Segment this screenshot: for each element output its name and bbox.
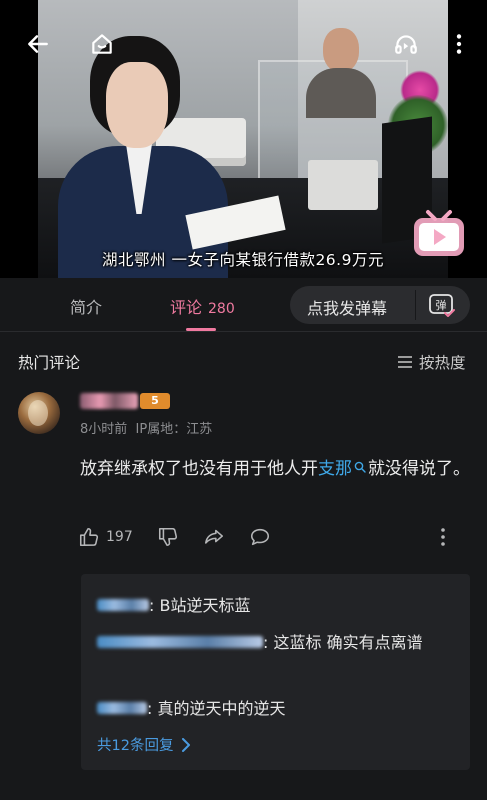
listen-icon[interactable] <box>390 28 422 60</box>
reply-text: : 真的逆天中的逆天 <box>147 699 286 718</box>
back-icon[interactable] <box>22 28 54 60</box>
chevron-right-icon <box>182 737 191 752</box>
tab-comments-count: 280 <box>208 301 235 317</box>
sort-label: 按热度 <box>419 354 466 372</box>
level-value: 5 <box>151 394 159 407</box>
bilibili-tv-icon <box>414 210 464 256</box>
video-comment-page: 湖北鄂州 一女子向某银行借款26.9万元 简介 评论 280 点我发弹幕 弹 热… <box>0 0 487 800</box>
tab-comments-label: 评论 <box>170 298 203 317</box>
search-link-text: 支那 <box>318 459 352 479</box>
danmaku-toggle-icon[interactable]: 弹 <box>428 292 456 318</box>
video-caption: 湖北鄂州 一女子向某银行借款26.9万元 <box>102 251 384 269</box>
tab-intro[interactable]: 简介 <box>70 294 102 318</box>
comment-ip: IP属地：江苏 <box>135 422 213 437</box>
comment-meta: 8小时前 IP属地：江苏 <box>80 418 212 437</box>
like-count: 197 <box>106 529 133 545</box>
tab-active-indicator <box>186 328 216 331</box>
dislike-icon[interactable] <box>157 526 179 548</box>
more-replies-label: 共12条回复 <box>97 738 174 754</box>
reply-text: : 这蓝标 确实有点离谱 <box>263 633 423 652</box>
reply-item[interactable]: : 这蓝标 确实有点离谱 <box>97 629 457 656</box>
replies-box[interactable]: : B站逆天标蓝 : 这蓝标 确实有点离谱 : 真的逆天中的逆天 共12条回复 <box>81 574 470 770</box>
comment-more-icon[interactable] <box>438 526 448 548</box>
reply-username-blurred[interactable] <box>97 702 147 714</box>
comment-text: 放弃继承权了也没有用于他人开支那 就没得说了。 <box>80 455 470 484</box>
hot-comments-title: 热门评论 <box>18 354 81 372</box>
home-icon[interactable] <box>86 28 118 60</box>
comment-time: 8小时前 <box>80 422 128 437</box>
video-player[interactable]: 湖北鄂州 一女子向某银行借款26.9万元 <box>0 0 487 278</box>
more-vertical-icon[interactable] <box>443 28 475 60</box>
reply-username-blurred[interactable] <box>97 636 263 648</box>
reply-icon[interactable] <box>249 526 271 548</box>
search-link[interactable]: 支那 <box>318 459 368 479</box>
comment-text-part2: 就没得说了。 <box>368 459 470 479</box>
username-blurred[interactable] <box>80 393 138 409</box>
level-badge: 5 <box>140 393 170 409</box>
comment-actions: 197 <box>78 524 271 550</box>
avatar[interactable] <box>18 392 60 434</box>
danmaku-placeholder: 点我发弹幕 <box>307 299 388 318</box>
tab-comments[interactable]: 评论 280 <box>170 294 235 318</box>
reply-item[interactable]: : 真的逆天中的逆天 <box>97 695 285 722</box>
like-icon[interactable] <box>78 526 100 548</box>
danmaku-divider <box>415 290 416 320</box>
share-icon[interactable] <box>203 526 225 548</box>
view-more-replies[interactable]: 共12条回复 <box>97 734 191 755</box>
sort-icon <box>398 356 412 368</box>
reply-item[interactable]: : B站逆天标蓝 <box>97 592 250 619</box>
search-icon <box>354 461 366 473</box>
sort-button[interactable]: 按热度 <box>397 351 466 373</box>
reply-text: : B站逆天标蓝 <box>149 596 251 615</box>
reply-username-blurred[interactable] <box>97 599 149 611</box>
danmaku-icon-text: 弹 <box>436 298 447 312</box>
comment-text-part1: 放弃继承权了也没有用于他人开 <box>80 459 318 479</box>
